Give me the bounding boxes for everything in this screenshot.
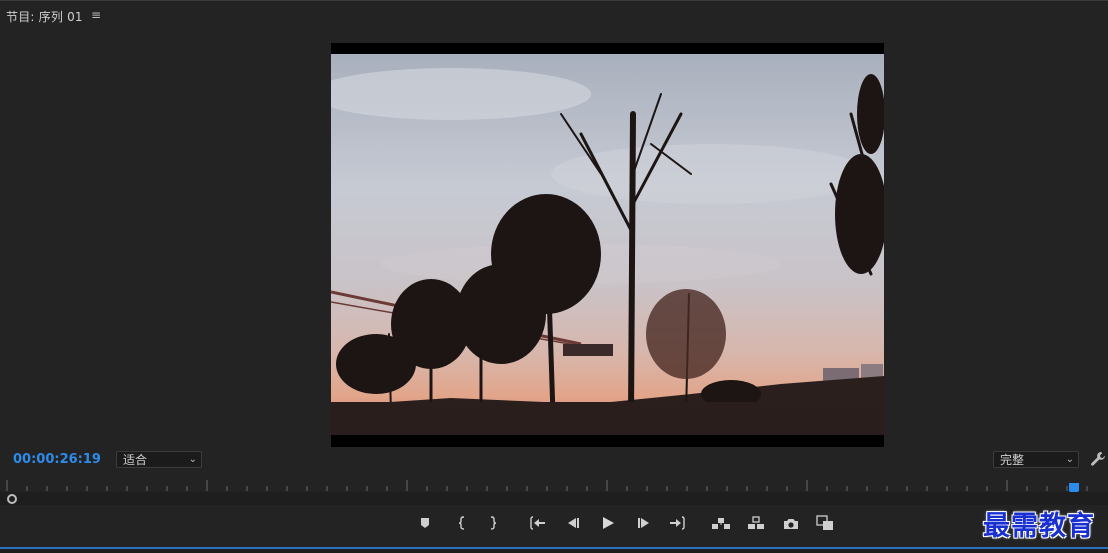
add-marker-button[interactable] [416, 514, 434, 532]
extract-icon [748, 516, 764, 529]
time-ruler-ticks [6, 480, 1088, 491]
extract-button[interactable] [745, 514, 767, 532]
lift-icon [712, 518, 730, 529]
mark-in-button[interactable] [453, 514, 471, 532]
mark-in-icon [458, 516, 465, 530]
panel-header: 节目: 序列 01 ≡ [0, 0, 1108, 30]
sunset-trees-image [331, 54, 884, 435]
hamburger-menu-icon[interactable]: ≡ [91, 8, 101, 22]
go-to-out-button[interactable] [668, 514, 686, 532]
go-to-out-icon [670, 516, 685, 530]
panel-title[interactable]: 节目: 序列 01 [6, 8, 83, 25]
watermark-logo: 最需教育 [983, 511, 1095, 542]
playback-resolution-select[interactable]: 完整 ⌄ [993, 451, 1079, 468]
step-back-icon [568, 518, 579, 528]
playhead-timecode[interactable]: 00:00:26:19 [13, 452, 101, 467]
program-video-frame [331, 43, 884, 447]
go-to-in-icon [530, 516, 545, 530]
mark-out-button[interactable] [484, 514, 502, 532]
step-forward-icon [638, 518, 649, 528]
wrench-icon[interactable] [1090, 451, 1106, 467]
play-button[interactable] [599, 514, 617, 532]
playback-resolution-value: 完整 [1000, 453, 1025, 467]
step-back-button[interactable] [564, 514, 582, 532]
playhead-marker[interactable] [1069, 480, 1079, 495]
zoom-scroll-handle[interactable] [7, 494, 17, 504]
chevron-down-icon: ⌄ [1065, 454, 1074, 465]
zoom-scrollbar[interactable] [0, 492, 1108, 505]
mark-out-icon [490, 516, 497, 530]
lift-button[interactable] [710, 514, 732, 532]
go-to-in-button[interactable] [529, 514, 547, 532]
panel-bottom-border [0, 547, 1108, 553]
zoom-level-value: 适合 [123, 453, 148, 467]
play-icon [603, 517, 614, 529]
comparison-view-button[interactable] [815, 514, 835, 532]
camera-icon [784, 518, 798, 529]
step-forward-button[interactable] [635, 514, 653, 532]
zoom-level-select[interactable]: 适合 ⌄ [116, 451, 202, 468]
marker-icon [421, 518, 429, 528]
export-frame-button[interactable] [782, 514, 800, 532]
chevron-down-icon: ⌄ [188, 454, 197, 465]
comparison-icon [816, 515, 833, 530]
time-ruler[interactable] [5, 478, 1108, 492]
